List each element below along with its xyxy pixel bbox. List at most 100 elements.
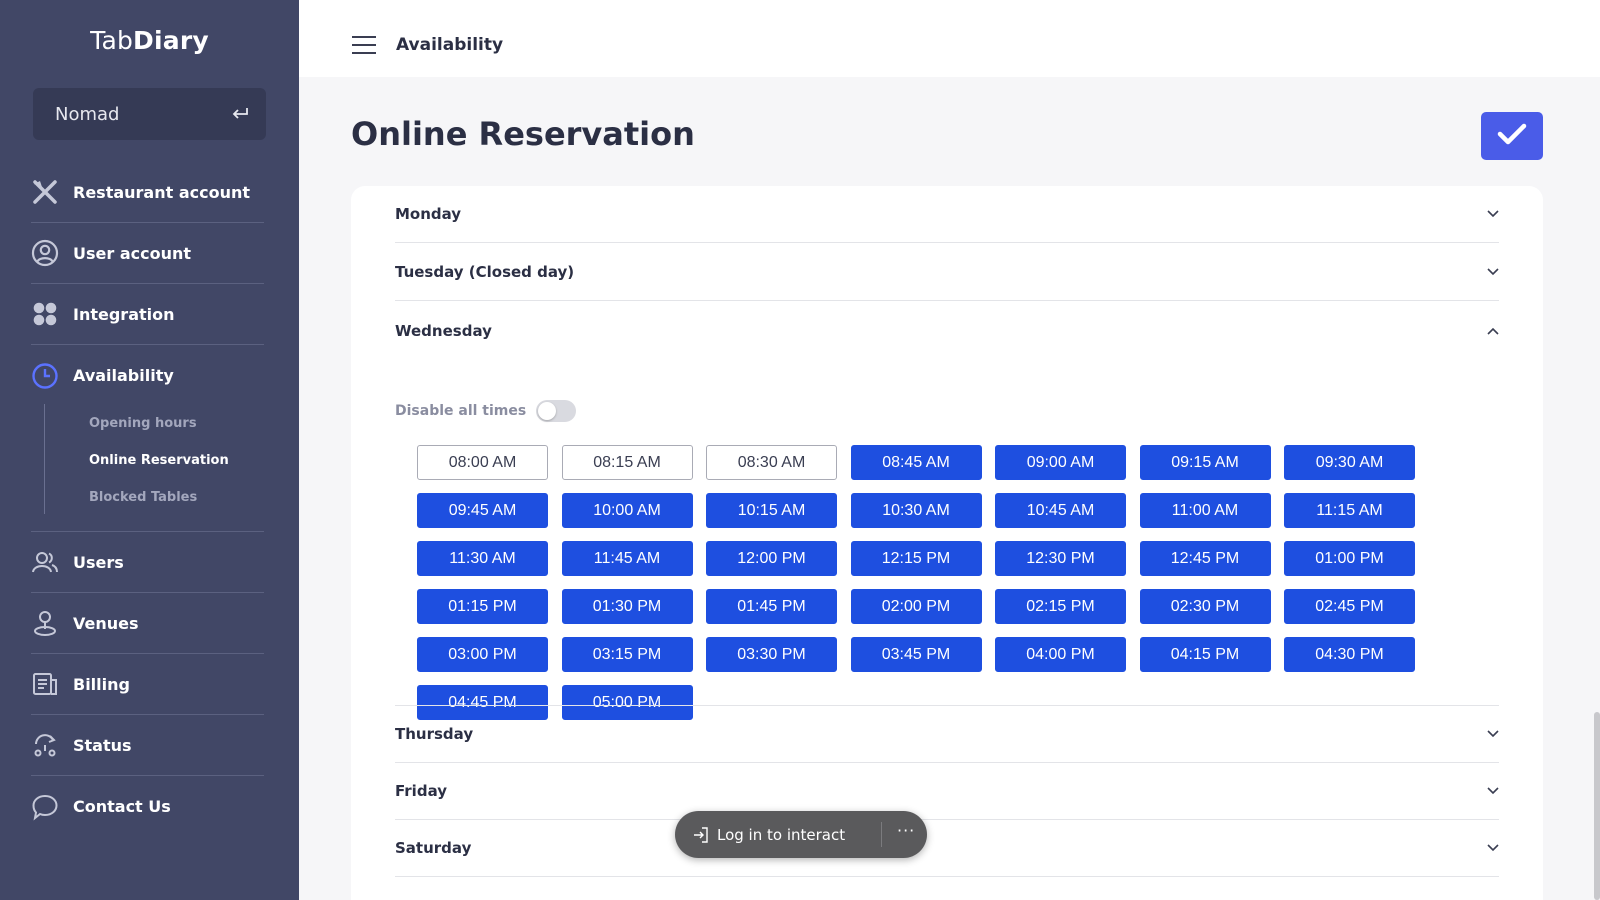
logo-text-light: Tab [90, 26, 134, 55]
time-slot-button[interactable]: 03:15 PM [561, 637, 693, 672]
time-slot-button[interactable]: 02:30 PM [1139, 589, 1271, 624]
pill-divider [881, 822, 882, 847]
time-slot-button[interactable]: 12:15 PM [850, 541, 982, 576]
time-slot-button[interactable]: 03:45 PM [850, 637, 982, 672]
hamburger-menu-icon[interactable] [352, 36, 376, 54]
status-icon [31, 731, 59, 759]
time-slot-button[interactable]: 09:00 AM [995, 445, 1126, 480]
time-slot-button[interactable]: 12:45 PM [1139, 541, 1271, 576]
disable-all-row: Disable all times [395, 400, 577, 422]
chevron-down-icon[interactable] [1487, 785, 1499, 797]
day-label: Wednesday [395, 321, 492, 340]
disable-all-toggle[interactable] [536, 400, 577, 422]
toggle-knob [538, 402, 557, 420]
subnav-online-reservation[interactable]: Online Reservation [89, 453, 229, 468]
chevron-down-icon[interactable] [1487, 728, 1499, 740]
time-slot-button[interactable]: 03:00 PM [417, 637, 548, 672]
nav-label: Restaurant account [73, 182, 251, 202]
users-icon [31, 548, 59, 576]
disable-all-label: Disable all times [395, 403, 527, 419]
time-slot-button[interactable]: 01:15 PM [417, 589, 548, 624]
user-circle-icon [31, 239, 59, 267]
subnav-blocked-tables[interactable]: Blocked Tables [89, 490, 197, 505]
day-label: Saturday [395, 839, 472, 857]
nav-restaurant-account[interactable]: Restaurant account [31, 162, 264, 223]
subnav-opening-hours[interactable]: Opening hours [89, 416, 197, 431]
chevron-down-icon[interactable] [1487, 208, 1499, 220]
day-row-wednesday[interactable]: Wednesday [395, 302, 1499, 359]
nav-label: User account [73, 243, 192, 263]
day-label: Monday [395, 205, 462, 223]
nav-integration[interactable]: Integration [31, 284, 264, 345]
return-arrow-icon[interactable] [230, 102, 250, 126]
nav-venues[interactable]: Venues [31, 593, 264, 654]
login-overlay-pill[interactable]: Log in to interact ··· [675, 811, 927, 858]
day-label: Tuesday (Closed day) [395, 263, 575, 281]
time-slot-button[interactable]: 09:15 AM [1139, 445, 1271, 480]
sidebar: TabDiary Nomad Restaurant account User a… [0, 0, 299, 900]
time-slot-button[interactable]: 10:30 AM [850, 493, 982, 528]
nav-availability[interactable]: Availability [31, 345, 264, 406]
chevron-down-icon[interactable] [1487, 266, 1499, 278]
time-slot-button[interactable]: 12:00 PM [706, 541, 837, 576]
time-slot-button[interactable]: 08:30 AM [706, 445, 837, 480]
day-row-thursday[interactable]: Thursday [395, 705, 1499, 763]
nav-label: Contact Us [73, 797, 171, 816]
nav-status[interactable]: Status [31, 715, 264, 776]
time-slot-button[interactable]: 11:30 AM [417, 541, 548, 576]
login-label[interactable]: Log in to interact [717, 826, 845, 844]
save-button[interactable] [1481, 112, 1543, 160]
time-slot-button[interactable]: 04:00 PM [995, 637, 1126, 672]
time-slot-button[interactable]: 08:15 AM [561, 445, 693, 480]
page-scrollbar[interactable] [1594, 712, 1600, 900]
chevron-down-icon[interactable] [1487, 842, 1499, 854]
day-label: Thursday [395, 725, 474, 743]
cutlery-icon [31, 178, 59, 206]
time-slot-button[interactable]: 04:15 PM [1139, 637, 1271, 672]
nav-users[interactable]: Users [31, 532, 264, 593]
time-slot-button[interactable]: 11:15 AM [1284, 493, 1415, 528]
time-slot-button[interactable]: 01:30 PM [561, 589, 693, 624]
day-row-saturday[interactable]: Saturday [395, 820, 1499, 877]
logo-text-bold: Diary [133, 26, 209, 55]
nav-label: Availability [73, 366, 174, 385]
app-logo[interactable]: TabDiary [0, 26, 299, 55]
top-bar: Availability [299, 0, 1600, 77]
time-slot-button[interactable]: 01:00 PM [1284, 541, 1415, 576]
nav-user-account[interactable]: User account [31, 223, 264, 284]
venue-name: Nomad [55, 103, 120, 125]
more-options-icon[interactable]: ··· [897, 821, 915, 840]
time-slot-button[interactable]: 10:45 AM [995, 493, 1126, 528]
time-slot-button[interactable]: 09:30 AM [1284, 445, 1415, 480]
clock-icon [31, 362, 59, 390]
time-slot-button[interactable]: 04:30 PM [1284, 637, 1415, 672]
page-title: Online Reservation [351, 115, 695, 153]
day-row-tuesday[interactable]: Tuesday (Closed day) [395, 244, 1499, 301]
day-row-friday[interactable]: Friday [395, 763, 1499, 820]
time-slot-button[interactable]: 02:45 PM [1284, 589, 1415, 624]
nav-label: Billing [73, 674, 130, 694]
grid-dots-icon [31, 300, 59, 328]
subnav-track [44, 404, 45, 514]
time-slot-button[interactable]: 08:45 AM [850, 445, 982, 480]
receipt-icon [31, 670, 59, 698]
reservation-card: Monday Tuesday (Closed day) Wednesday Di… [351, 186, 1543, 900]
time-slot-button[interactable]: 11:00 AM [1139, 493, 1271, 528]
time-slot-button[interactable]: 03:30 PM [706, 637, 837, 672]
nav-contact-us[interactable]: Contact Us [31, 776, 264, 837]
day-row-monday[interactable]: Monday [395, 186, 1499, 243]
time-slot-button[interactable]: 12:30 PM [995, 541, 1126, 576]
time-slot-button[interactable]: 10:00 AM [561, 493, 693, 528]
time-slot-button[interactable]: 10:15 AM [706, 493, 837, 528]
venue-selector[interactable]: Nomad [33, 88, 266, 140]
time-slot-button[interactable]: 11:45 AM [561, 541, 693, 576]
time-slot-button[interactable]: 02:15 PM [995, 589, 1126, 624]
check-icon [1497, 122, 1527, 150]
time-slot-button[interactable]: 09:45 AM [417, 493, 548, 528]
chevron-up-icon[interactable] [1487, 325, 1499, 337]
time-slot-button[interactable]: 01:45 PM [706, 589, 837, 624]
nav-billing[interactable]: Billing [31, 654, 264, 715]
time-slot-button[interactable]: 02:00 PM [850, 589, 982, 624]
time-slot-button[interactable]: 08:00 AM [417, 445, 548, 480]
location-pin-icon [31, 609, 59, 637]
